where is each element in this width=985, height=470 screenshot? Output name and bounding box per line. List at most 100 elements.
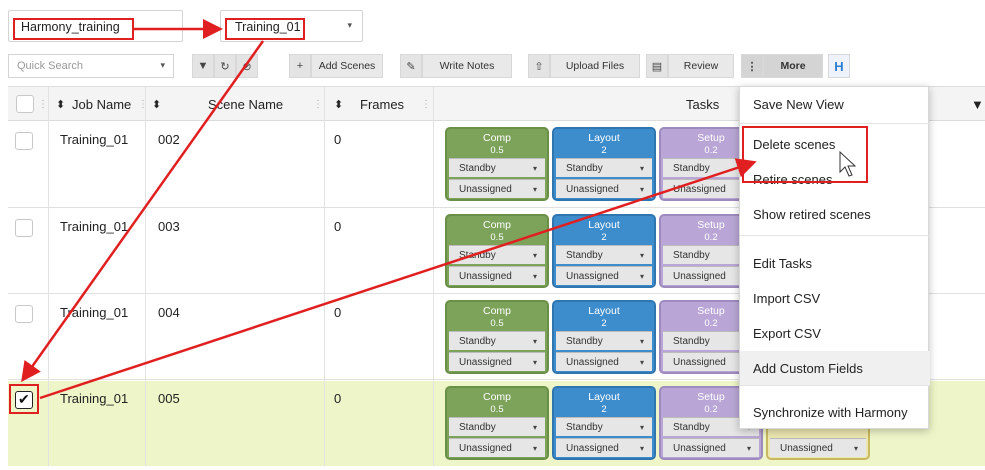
scene-name-cell: 002: [158, 132, 180, 147]
task-status-dropdown[interactable]: Standby ▾: [556, 331, 652, 350]
menu-item-import-csv[interactable]: Import CSV: [740, 281, 930, 315]
menu-item-add-custom-fields[interactable]: Add Custom Fields: [740, 351, 930, 385]
menu-item-synchronize-with-harmony[interactable]: Synchronize with Harmony: [740, 395, 930, 429]
task-card-comp[interactable]: Comp 0.5 Standby ▾ Unassigned ▾: [445, 214, 549, 288]
row-checkbox[interactable]: [15, 219, 33, 237]
task-assignee-dropdown[interactable]: Unassigned ▾: [663, 438, 759, 457]
job-name-cell: Training_01: [60, 219, 129, 234]
sort-icon[interactable]: ⬍: [334, 87, 343, 121]
task-status: Standby: [566, 162, 603, 174]
task-value: 2: [601, 232, 607, 243]
task-assignee: Unassigned: [673, 270, 726, 282]
harmony-icon[interactable]: H: [828, 54, 850, 78]
task-assignee: Unassigned: [673, 356, 726, 368]
task-card-comp[interactable]: Comp 0.5 Standby ▾ Unassigned ▾: [445, 300, 549, 374]
annotation-box-delete-scenes: [742, 126, 868, 183]
task-assignee-dropdown[interactable]: Unassigned ▾: [556, 438, 652, 457]
task-assignee-dropdown[interactable]: Unassigned ▾: [556, 179, 652, 198]
clear-filter-icon[interactable]: ⊘: [236, 54, 258, 78]
task-assignee: Unassigned: [459, 183, 512, 195]
task-status-dropdown[interactable]: Standby ▾: [556, 245, 652, 264]
quick-search-input[interactable]: Quick Search ▾: [8, 54, 174, 78]
task-card-layout[interactable]: Layout 2 Standby ▾ Unassigned ▾: [552, 386, 656, 460]
filter-icon[interactable]: ▼: [971, 87, 984, 121]
task-assignee: Unassigned: [566, 183, 619, 195]
task-assignee-dropdown[interactable]: Unassigned ▾: [449, 352, 545, 371]
menu-item-save-new-view[interactable]: Save New View: [740, 87, 930, 121]
chevron-down-icon: ▾: [532, 250, 537, 260]
plus-icon[interactable]: +: [289, 54, 311, 78]
task-status: Standby: [566, 249, 603, 261]
column-header-tasks[interactable]: Tasks: [686, 87, 719, 121]
upload-icon[interactable]: ⇧: [528, 54, 550, 78]
sort-icon[interactable]: ⬍: [56, 87, 65, 121]
task-status: Standby: [459, 335, 496, 347]
task-assignee-dropdown[interactable]: Unassigned ▾: [770, 438, 866, 457]
task-value: 2: [601, 404, 607, 415]
toolbar: Quick Search ▾ ▼ ↻ ⊘ + Add Scenes ✎ Writ…: [8, 54, 850, 78]
filter-icon[interactable]: ▼: [192, 54, 214, 78]
task-value: 0.5: [490, 145, 504, 156]
column-header-frames[interactable]: Frames: [360, 87, 404, 121]
task-card-comp[interactable]: Comp 0.5 Standby ▾ Unassigned ▾: [445, 127, 549, 201]
task-status-dropdown[interactable]: Standby ▾: [449, 245, 545, 264]
select-all-checkbox[interactable]: [16, 95, 34, 113]
task-status: Standby: [673, 421, 710, 433]
write-notes-button[interactable]: Write Notes: [422, 54, 512, 78]
column-divider: [433, 87, 434, 466]
review-icon[interactable]: ▤: [646, 54, 668, 78]
column-menu-icon[interactable]: ⋮: [313, 87, 323, 121]
task-name: Comp: [482, 391, 511, 403]
menu-item-export-csv[interactable]: Export CSV: [740, 316, 930, 350]
task-assignee-dropdown[interactable]: Unassigned ▾: [556, 352, 652, 371]
sort-icon[interactable]: ⬍: [152, 87, 161, 121]
task-assignee-dropdown[interactable]: Unassigned ▾: [449, 266, 545, 285]
more-button[interactable]: More: [763, 54, 823, 78]
task-assignee-dropdown[interactable]: Unassigned ▾: [556, 266, 652, 285]
task-status-dropdown[interactable]: Standby ▾: [556, 158, 652, 177]
edit-icon[interactable]: ✎: [400, 54, 422, 78]
column-menu-icon[interactable]: ⋮: [421, 87, 431, 121]
task-status: Standby: [673, 335, 710, 347]
column-menu-icon[interactable]: ⋮: [138, 87, 148, 121]
task-status: Standby: [566, 421, 603, 433]
menu-divider: [740, 123, 930, 124]
chevron-down-icon: ▾: [639, 184, 644, 194]
row-checkbox[interactable]: [15, 132, 33, 150]
chevron-down-icon: ▾: [532, 336, 537, 346]
review-button[interactable]: Review: [668, 54, 734, 78]
menu-item-show-retired-scenes[interactable]: Show retired scenes: [740, 197, 930, 231]
task-assignee-dropdown[interactable]: Unassigned ▾: [449, 179, 545, 198]
task-card-layout[interactable]: Layout 2 Standby ▾ Unassigned ▾: [552, 300, 656, 374]
chevron-down-icon: ▾: [532, 443, 537, 453]
row-checkbox[interactable]: [15, 305, 33, 323]
refresh-icon[interactable]: ↻: [214, 54, 236, 78]
task-card-layout[interactable]: Layout 2 Standby ▾ Unassigned ▾: [552, 127, 656, 201]
task-card-comp[interactable]: Comp 0.5 Standby ▾ Unassigned ▾: [445, 386, 549, 460]
task-status-dropdown[interactable]: Standby ▾: [449, 158, 545, 177]
menu-item-edit-tasks[interactable]: Edit Tasks: [740, 246, 930, 280]
column-menu-icon[interactable]: ⋮: [38, 87, 48, 121]
task-status-dropdown[interactable]: Standby ▾: [449, 331, 545, 350]
scene-name-cell: 004: [158, 305, 180, 320]
frames-cell: 0: [334, 219, 342, 234]
task-assignee: Unassigned: [673, 442, 726, 454]
task-assignee-dropdown[interactable]: Unassigned ▾: [449, 438, 545, 457]
chevron-down-icon: ▾: [532, 184, 537, 194]
task-assignee: Unassigned: [673, 183, 726, 195]
annotation-box-scene: [225, 18, 305, 40]
column-header-job-name[interactable]: Job Name: [72, 87, 131, 121]
task-assignee: Unassigned: [566, 442, 619, 454]
task-status-dropdown[interactable]: Standby ▾: [449, 417, 545, 436]
column-header-scene-name[interactable]: Scene Name: [208, 87, 283, 121]
task-value: 0.5: [490, 404, 504, 415]
chevron-down-icon: ▾: [639, 422, 644, 432]
task-name: Layout: [588, 219, 620, 231]
upload-files-button[interactable]: Upload Files: [550, 54, 640, 78]
add-scenes-button[interactable]: Add Scenes: [311, 54, 383, 78]
job-name-cell: Training_01: [60, 391, 129, 406]
task-card-layout[interactable]: Layout 2 Standby ▾ Unassigned ▾: [552, 214, 656, 288]
job-name-cell: Training_01: [60, 132, 129, 147]
more-icon[interactable]: ⋮: [741, 54, 763, 78]
task-status-dropdown[interactable]: Standby ▾: [556, 417, 652, 436]
